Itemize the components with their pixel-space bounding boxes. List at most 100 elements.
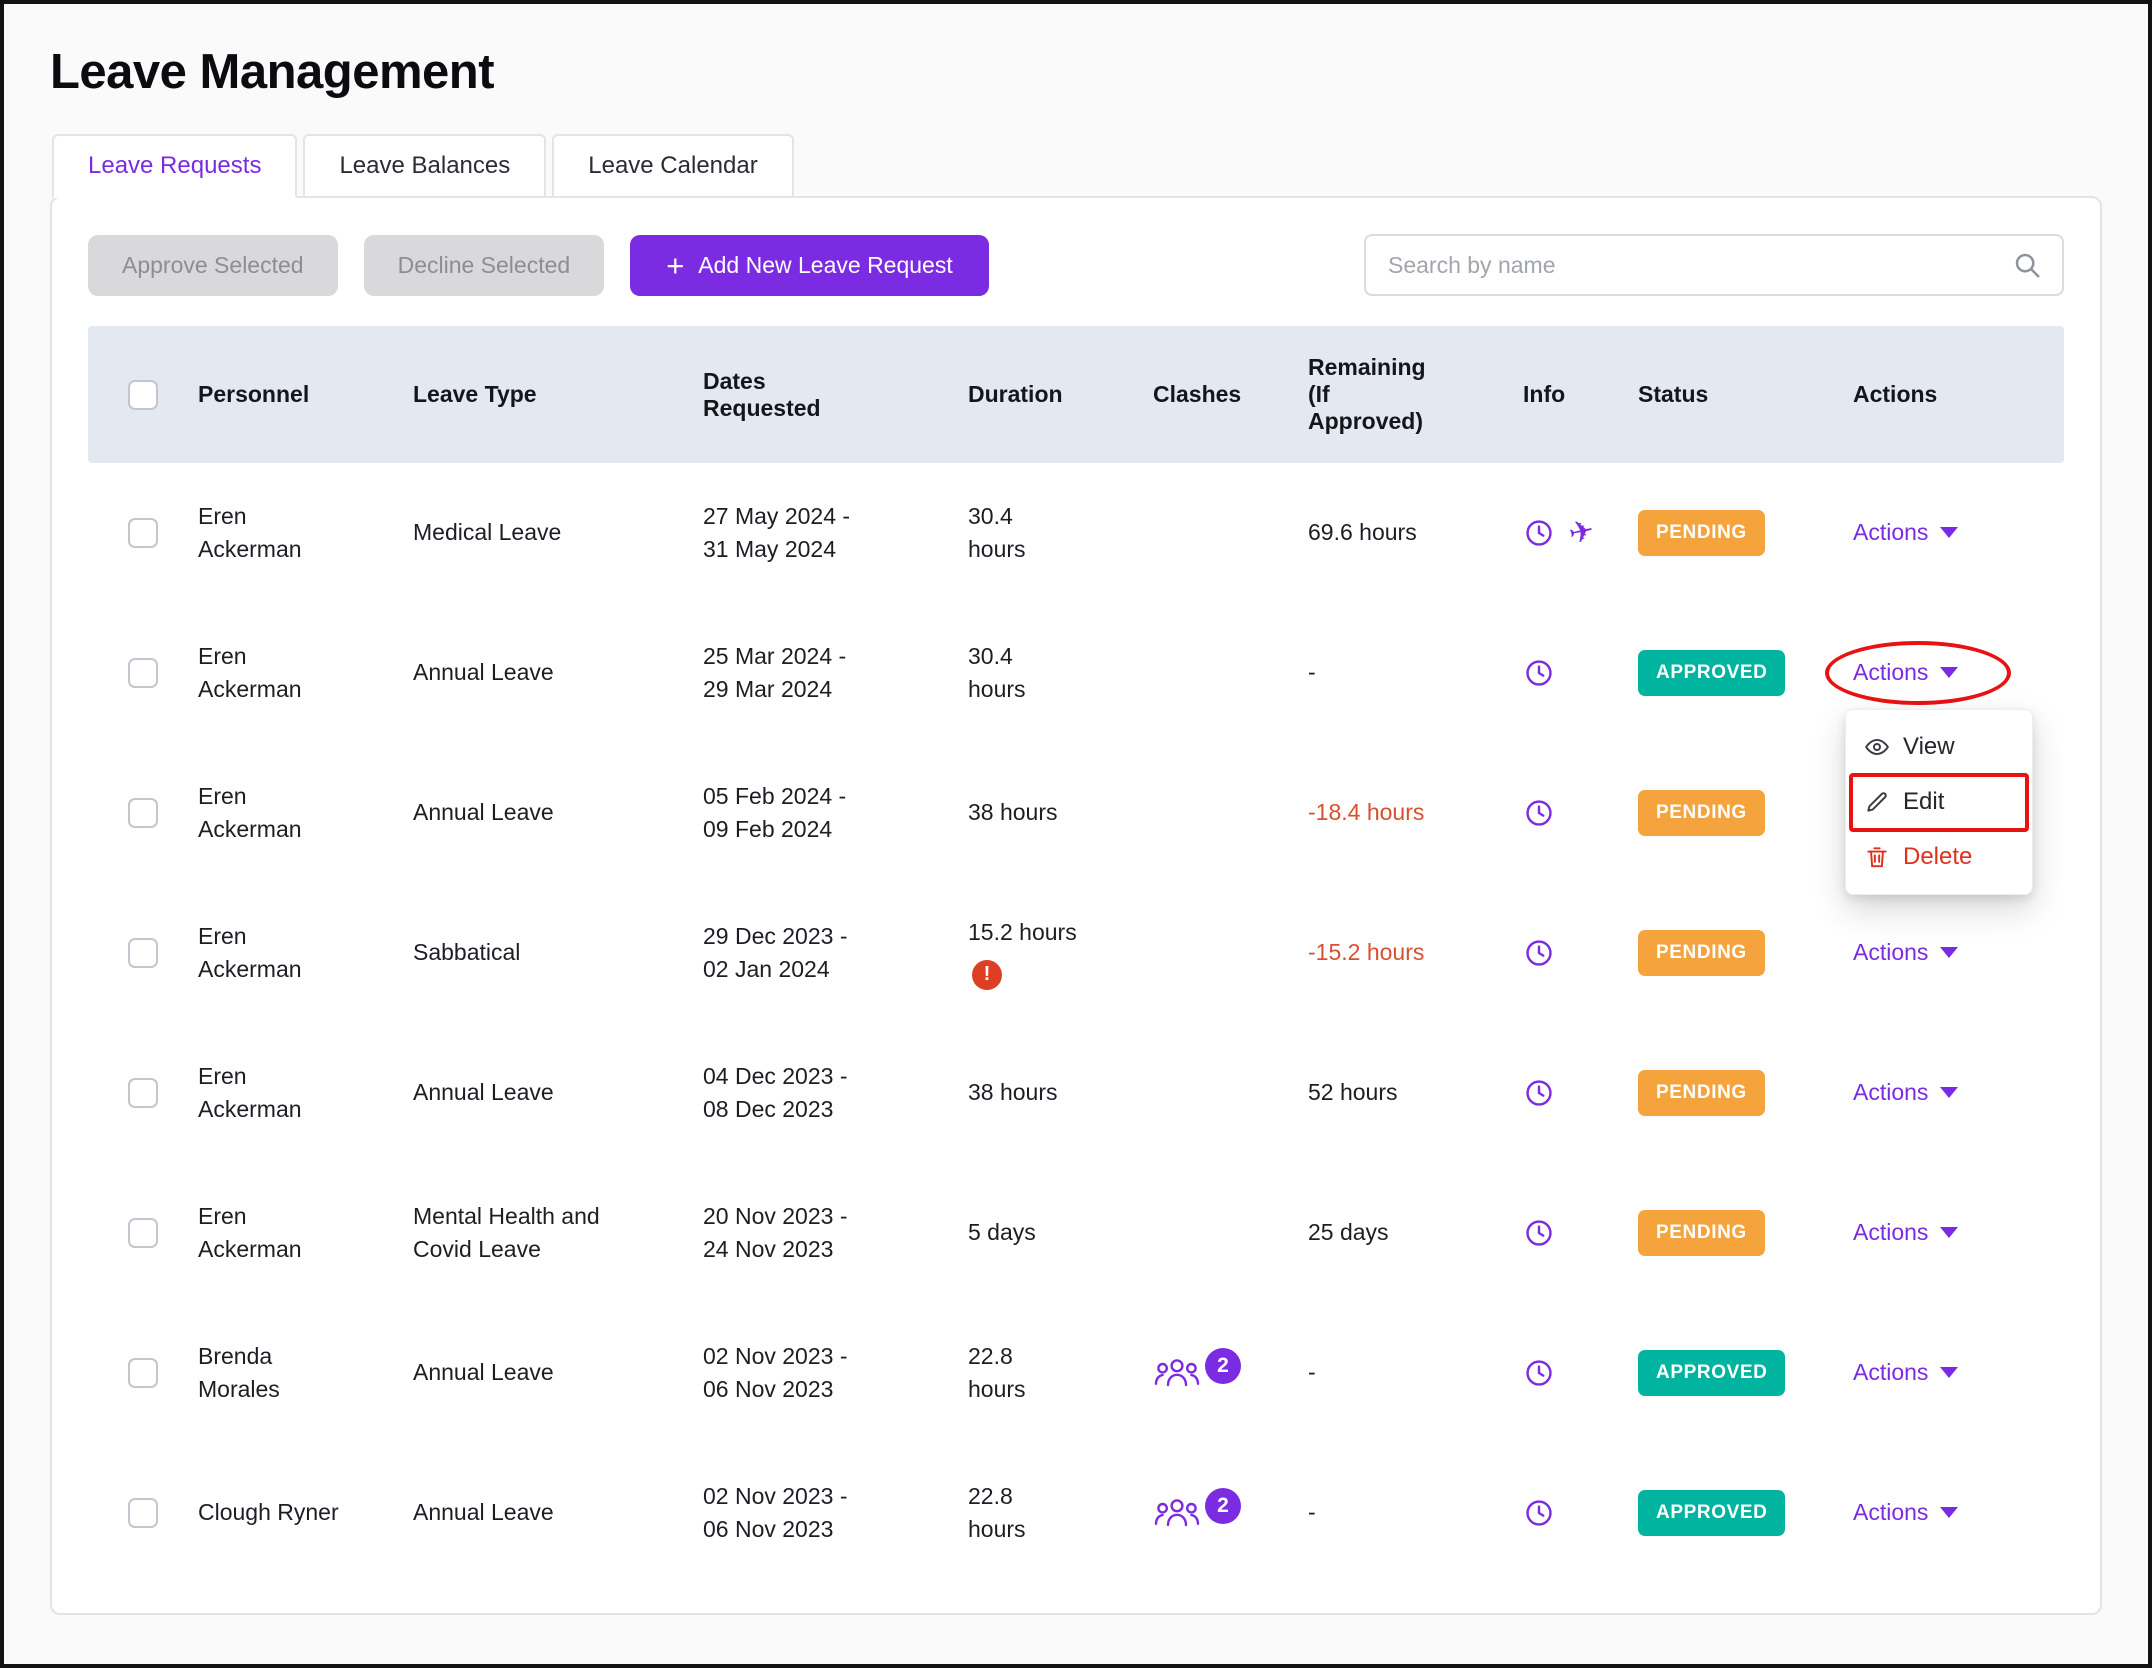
row-checkbox[interactable]	[128, 1498, 158, 1528]
actions-button[interactable]: Actions	[1853, 1079, 1958, 1106]
clock-icon[interactable]	[1523, 1357, 1555, 1389]
table-row: Eren Ackerman Mental Health and Covid Le…	[88, 1163, 2064, 1303]
cell-personnel: Eren Ackerman	[198, 1200, 413, 1267]
row-checkbox[interactable]	[128, 1078, 158, 1108]
tab-leave-requests[interactable]: Leave Requests	[52, 134, 297, 198]
col-header-status: Status	[1638, 381, 1853, 408]
warning-icon: !	[972, 960, 1002, 990]
cell-actions: Actions	[1853, 1496, 2064, 1529]
table-row: Eren Ackerman Annual Leave 25 Mar 2024 -…	[88, 603, 2064, 743]
chevron-down-icon	[1940, 1227, 1958, 1238]
clash-indicator[interactable]: 2	[1153, 1355, 1298, 1391]
cell-leave-type: Annual Leave	[413, 656, 703, 689]
cell-info	[1523, 937, 1638, 969]
tab-leave-calendar[interactable]: Leave Calendar	[552, 134, 793, 198]
cell-personnel: Eren Ackerman	[198, 500, 413, 567]
cell-leave-type: Annual Leave	[413, 1496, 703, 1529]
people-group-icon	[1153, 1356, 1201, 1390]
clock-icon[interactable]	[1523, 937, 1555, 969]
actions-button[interactable]: Actions	[1853, 1359, 1958, 1386]
leave-management-page: Leave Management Leave Requests Leave Ba…	[4, 4, 2148, 1615]
clock-icon[interactable]	[1523, 517, 1555, 549]
cell-remaining: -	[1308, 656, 1523, 689]
cell-clashes: 2	[1153, 1355, 1308, 1391]
status-badge: PENDING	[1638, 790, 1765, 836]
menu-item-edit[interactable]: Edit	[1846, 775, 2032, 830]
actions-button[interactable]: Actions	[1853, 519, 1958, 546]
cell-personnel: Eren Ackerman	[198, 920, 413, 987]
add-new-leave-request-button[interactable]: + Add New Leave Request	[630, 235, 989, 296]
approve-selected-button[interactable]: Approve Selected	[88, 235, 338, 296]
row-checkbox[interactable]	[128, 658, 158, 688]
tab-label: Leave Balances	[339, 152, 510, 180]
people-group-icon	[1153, 1496, 1201, 1530]
cell-remaining: 25 days	[1308, 1216, 1523, 1249]
cell-actions: Actions	[1853, 1356, 2064, 1389]
clash-count-badge: 2	[1205, 1348, 1241, 1384]
cell-leave-type: Annual Leave	[413, 1356, 703, 1389]
plus-icon: +	[666, 250, 684, 281]
table-row: Eren Ackerman Annual Leave 04 Dec 2023 -…	[88, 1023, 2064, 1163]
cell-dates: 20 Nov 2023 -24 Nov 2023	[703, 1200, 968, 1267]
cell-remaining: -18.4 hours	[1308, 796, 1523, 829]
chevron-down-icon	[1940, 1507, 1958, 1518]
actions-button[interactable]: Actions	[1853, 1499, 1958, 1526]
cell-info	[1523, 1217, 1638, 1249]
cell-dates: 29 Dec 2023 -02 Jan 2024	[703, 920, 968, 987]
toolbar: Approve Selected Decline Selected + Add …	[88, 234, 2064, 296]
col-header-dates-requested: Dates Requested	[703, 368, 968, 422]
row-checkbox[interactable]	[128, 518, 158, 548]
clock-icon[interactable]	[1523, 1217, 1555, 1249]
tab-bar: Leave Requests Leave Balances Leave Cale…	[50, 134, 2102, 198]
cell-status: APPROVED	[1638, 1490, 1853, 1536]
search-input[interactable]	[1386, 251, 2012, 280]
cell-status: PENDING	[1638, 510, 1853, 556]
plane-icon[interactable]: ✈	[1565, 509, 1599, 557]
actions-button[interactable]: Actions	[1853, 939, 1958, 966]
status-badge: APPROVED	[1638, 1490, 1785, 1536]
trash-icon	[1864, 844, 1890, 870]
col-header-actions: Actions	[1853, 381, 2064, 408]
cell-dates: 02 Nov 2023 -06 Nov 2023	[703, 1480, 968, 1547]
cell-remaining: -15.2 hours	[1308, 936, 1523, 969]
clock-icon[interactable]	[1523, 657, 1555, 689]
search-box	[1364, 234, 2064, 296]
tab-leave-balances[interactable]: Leave Balances	[303, 134, 546, 198]
menu-item-label: Edit	[1903, 785, 1944, 820]
chevron-down-icon	[1940, 1367, 1958, 1378]
col-header-clashes: Clashes	[1153, 381, 1308, 408]
cell-dates: 27 May 2024 -31 May 2024	[703, 500, 968, 567]
row-checkbox[interactable]	[128, 1218, 158, 1248]
col-header-leave-type: Leave Type	[413, 381, 703, 408]
table-row: Brenda Morales Annual Leave 02 Nov 2023 …	[88, 1303, 2064, 1443]
clock-icon[interactable]	[1523, 797, 1555, 829]
cell-duration: 30.4hours	[968, 640, 1153, 707]
leave-requests-table: Personnel Leave Type Dates Requested Dur…	[88, 326, 2064, 1583]
clash-indicator[interactable]: 2	[1153, 1495, 1298, 1531]
cell-status: PENDING	[1638, 1210, 1853, 1256]
cell-personnel: Eren Ackerman	[198, 640, 413, 707]
clock-icon[interactable]	[1523, 1077, 1555, 1109]
col-header-duration: Duration	[968, 381, 1153, 408]
status-badge: PENDING	[1638, 930, 1765, 976]
actions-button[interactable]: Actions	[1853, 659, 1958, 686]
cell-duration: 5 days	[968, 1216, 1153, 1249]
clash-count-badge: 2	[1205, 1488, 1241, 1524]
cell-leave-type: Sabbatical	[413, 936, 703, 969]
cell-dates: 02 Nov 2023 -06 Nov 2023	[703, 1340, 968, 1407]
menu-item-delete[interactable]: Delete	[1846, 830, 2032, 885]
row-checkbox[interactable]	[128, 1358, 158, 1388]
select-all-checkbox[interactable]	[128, 380, 158, 410]
clock-icon[interactable]	[1523, 1497, 1555, 1529]
cell-info	[1523, 797, 1638, 829]
cell-personnel: Eren Ackerman	[198, 780, 413, 847]
pencil-icon	[1864, 789, 1890, 815]
row-checkbox[interactable]	[128, 938, 158, 968]
menu-item-view[interactable]: View	[1846, 720, 2032, 775]
row-checkbox[interactable]	[128, 798, 158, 828]
actions-button[interactable]: Actions	[1853, 1219, 1958, 1246]
chevron-down-icon	[1940, 527, 1958, 538]
cell-dates: 05 Feb 2024 -09 Feb 2024	[703, 780, 968, 847]
decline-selected-button[interactable]: Decline Selected	[364, 235, 605, 296]
cell-duration: 22.8hours	[968, 1340, 1153, 1407]
